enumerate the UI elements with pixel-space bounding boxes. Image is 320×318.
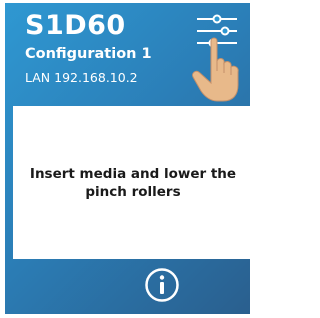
status-header: S1D60 Configuration 1 LAN 192.168.10.2 [5, 3, 250, 106]
message-panel: Insert media and lower the pinch rollers [13, 106, 250, 259]
connection-info: LAN 192.168.10.2 [25, 70, 138, 85]
printer-model: S1D60 [25, 10, 126, 41]
status-footer [5, 259, 250, 314]
status-message: Insert media and lower the pinch rollers [29, 165, 237, 200]
pointing-hand-icon [192, 37, 239, 102]
sliders-icon [192, 14, 239, 102]
printer-status-screen: S1D60 Configuration 1 LAN 192.168.10.2 I… [5, 3, 250, 314]
info-icon [145, 268, 179, 302]
settings-button[interactable] [191, 13, 249, 105]
configuration-name: Configuration 1 [25, 46, 152, 62]
info-button[interactable] [144, 267, 180, 303]
